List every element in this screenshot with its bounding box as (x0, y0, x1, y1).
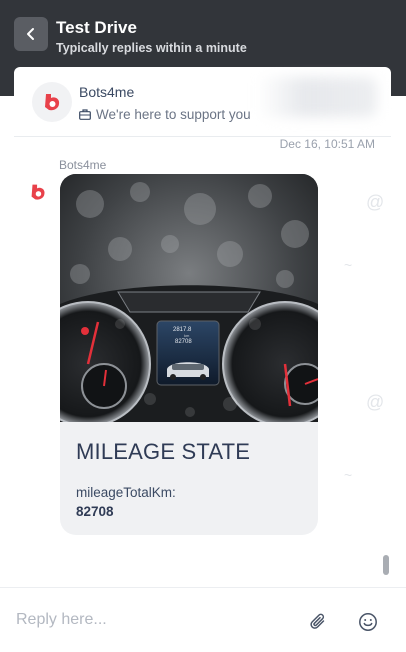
bot-status: We're here to support you (79, 107, 251, 122)
bot-avatar (32, 82, 72, 122)
briefcase-icon (79, 109, 91, 120)
message-sender: Bots4me (59, 158, 107, 172)
bot-status-text: We're here to support you (96, 107, 251, 122)
attach-button[interactable] (307, 610, 331, 634)
mileage-label: mileageTotalKm: (76, 485, 176, 500)
reply-input[interactable] (16, 606, 286, 634)
background-swirl-icon: @ (366, 192, 385, 212)
chat-subtitle: Typically replies within a minute (56, 41, 247, 55)
blurred-region (257, 77, 377, 117)
chat-scrollbar[interactable] (383, 555, 389, 575)
svg-text:km: km (184, 333, 190, 338)
emoji-button[interactable] (356, 610, 380, 634)
bot-info-card: Bots4me We're here to support you (14, 67, 391, 137)
card-title: MILEAGE STATE (76, 439, 251, 464)
back-button[interactable] (14, 17, 48, 51)
message-avatar (26, 180, 50, 204)
background-doodle-icon: ~ (344, 467, 353, 483)
mileage-value: 82708 (76, 504, 114, 519)
chevron-left-icon (27, 28, 34, 40)
message-timestamp: Dec 16, 10:51 AM (279, 137, 375, 151)
chat-title: Test Drive (56, 18, 137, 37)
svg-text:82708: 82708 (175, 339, 192, 345)
paperclip-icon (310, 613, 325, 629)
bot-logo-icon (45, 94, 60, 111)
dashboard-photo: 2817.8 km 82708 (60, 174, 318, 422)
message-card: 2817.8 km 82708 MILEAGE STATE mileageTot… (60, 174, 318, 535)
dashboard-image[interactable]: 2817.8 km 82708 (60, 174, 318, 422)
message-list[interactable]: @ @ ~ ~ Dec 16, 10:51 AM Bots4me 2817.8 … (14, 137, 391, 578)
background-doodle-icon: ~ (344, 257, 353, 273)
bot-logo-icon (31, 184, 45, 200)
composer (0, 587, 406, 652)
background-swirl-icon: @ (366, 392, 385, 412)
smiley-icon (359, 613, 377, 631)
bot-name: Bots4me (79, 84, 135, 100)
